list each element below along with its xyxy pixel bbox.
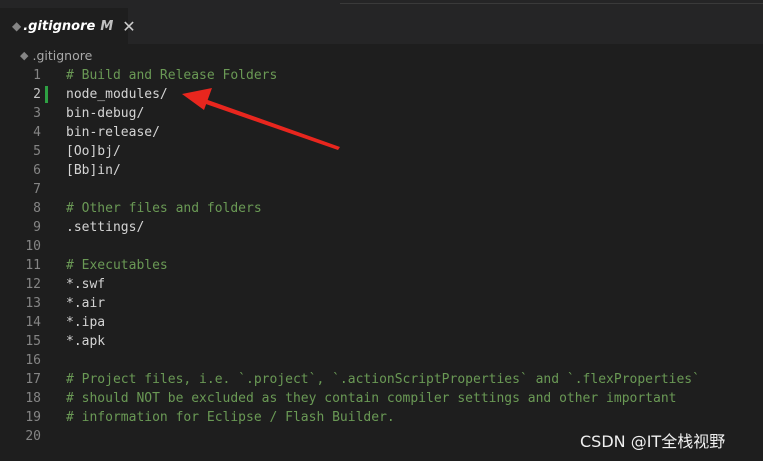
comment-text: # Executables	[66, 258, 168, 273]
line-number: 4	[33, 125, 41, 140]
line-number: 1	[33, 68, 41, 83]
line-number: 19	[25, 410, 41, 425]
line-number: 8	[33, 201, 41, 216]
code-line[interactable]: 11 # Executables	[0, 256, 763, 275]
line-number: 11	[25, 258, 41, 273]
modified-badge: M	[100, 18, 114, 34]
comment-text: # should NOT be excluded as they contain…	[66, 391, 677, 406]
code-line[interactable]: 7	[0, 180, 763, 199]
line-number: 2	[33, 87, 41, 102]
line-number: 7	[33, 182, 41, 197]
comment-text: # Project files, i.e. `.project`, `.acti…	[66, 372, 700, 387]
line-number: 12	[25, 277, 41, 292]
close-icon[interactable]: ✕	[122, 17, 135, 36]
title-strip	[0, 0, 763, 8]
code-line[interactable]: 13 *.air	[0, 294, 763, 313]
code-line[interactable]: 10	[0, 237, 763, 256]
code-text: node_modules/	[66, 87, 168, 102]
comment-text: # Other files and folders	[66, 201, 262, 216]
code-text: *.air	[66, 296, 106, 311]
line-number: 15	[25, 334, 41, 349]
line-number: 10	[25, 239, 41, 254]
code-line[interactable]: 3 bin-debug/	[0, 104, 763, 123]
line-number: 20	[25, 429, 41, 444]
line-number: 17	[25, 372, 41, 387]
code-line[interactable]: 19 # information for Eclipse / Flash Buil…	[0, 408, 763, 427]
code-line[interactable]: 1 # Build and Release Folders	[0, 66, 763, 85]
line-number: 16	[25, 353, 41, 368]
code-line[interactable]: 15 *.apk	[0, 332, 763, 351]
breadcrumb: ◆ .gitignore	[0, 44, 763, 66]
line-number: 13	[25, 296, 41, 311]
comment-text: # Build and Release Folders	[66, 68, 278, 83]
code-line[interactable]: 9 .settings/	[0, 218, 763, 237]
code-text: [Bb]in/	[66, 163, 121, 178]
code-line[interactable]: 4 bin-release/	[0, 123, 763, 142]
line-number: 14	[25, 315, 41, 330]
line-number: 9	[33, 220, 41, 235]
file-type-icon: ◆	[20, 48, 29, 62]
code-text: [Oo]bj/	[66, 144, 121, 159]
code-line[interactable]: 17 # Project files, i.e. `.project`, `.ac…	[0, 370, 763, 389]
code-text: *.apk	[66, 334, 106, 349]
breadcrumb-item-file[interactable]: .gitignore	[32, 48, 92, 63]
tab-filename: .gitignore	[23, 18, 96, 34]
code-editor[interactable]: 1 # Build and Release Folders 2 node_module…	[0, 66, 763, 461]
line-number: 5	[33, 144, 41, 159]
code-line[interactable]: 8 # Other files and folders	[0, 199, 763, 218]
code-line[interactable]: 5 [Oo]bj/	[0, 142, 763, 161]
line-number: 18	[25, 391, 41, 406]
code-text: bin-release/	[66, 125, 160, 140]
code-line[interactable]: 6 [Bb]in/	[0, 161, 763, 180]
line-number: 6	[33, 163, 41, 178]
watermark: CSDN @IT全栈视野	[580, 432, 726, 451]
comment-text: # information for Eclipse / Flash Builde…	[66, 410, 395, 425]
code-text: bin-debug/	[66, 106, 145, 121]
file-type-icon: ◆	[12, 19, 22, 33]
code-text: *.swf	[66, 277, 106, 292]
code-line[interactable]: 14 *.ipa	[0, 313, 763, 332]
code-text: *.ipa	[66, 315, 106, 330]
line-number: 3	[33, 106, 41, 121]
code-text: .settings/	[66, 220, 145, 235]
strip-divider	[340, 0, 763, 4]
code-line[interactable]: 12 *.swf	[0, 275, 763, 294]
tab-gitignore[interactable]: ◆ .gitignore M ✕	[0, 8, 136, 44]
tab-bar: ◆ .gitignore M ✕	[0, 8, 763, 44]
code-line[interactable]: 18 # should NOT be excluded as they conta…	[0, 389, 763, 408]
code-line[interactable]: 2 node_modules/	[0, 85, 763, 104]
git-modified-gutter-marker	[45, 86, 48, 103]
code-line[interactable]: 16	[0, 351, 763, 370]
